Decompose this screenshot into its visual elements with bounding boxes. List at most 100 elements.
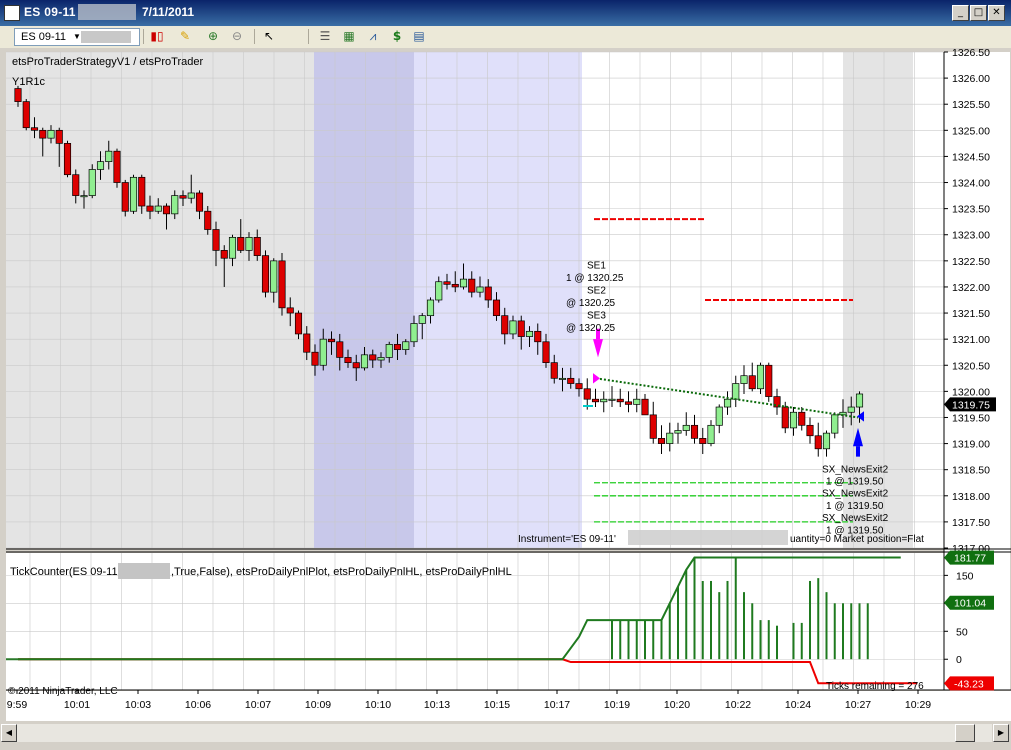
candle-body [682,424,690,431]
candle-body [39,129,47,139]
x-tick-label: 10:17 [544,699,570,711]
candle-body [311,351,319,366]
candle-body [344,357,352,364]
y-tick-label: 1324.00 [952,178,990,190]
minimize-button[interactable]: _ [952,5,969,21]
candle-body [756,364,765,390]
candle-body [443,281,451,285]
candle-body [575,383,583,390]
candle-body [228,236,237,259]
candle-body [352,362,360,369]
candle-body [517,320,525,337]
candle-body [410,323,418,343]
instrument-select-value: ES 09-11 [21,31,67,43]
session-shade-blue-dark [314,52,414,548]
y-tick-label: 1325.50 [952,99,990,111]
y-tick-label: 1326.50 [952,48,990,59]
candle-body [278,260,286,309]
candle-body [699,438,707,444]
last-price-label: 1319.75 [952,399,990,411]
candle-body [435,281,443,301]
candle-body [822,432,831,450]
candle-body [657,438,666,444]
entry-label-text: SE1 [587,261,606,272]
position-text: uantity=0 Market position=Flat [790,534,924,545]
candle-body [286,307,294,314]
exit-label-text: SX_NewsExit2 [822,513,889,524]
dollar-icon[interactable]: $ [388,28,406,45]
data-box-icon[interactable]: ▤ [410,28,428,45]
candle-body [649,414,657,439]
candle-body [129,176,138,212]
zoom-out-icon[interactable]: ⊖ [228,28,246,45]
scroll-right-button[interactable]: ▶ [993,724,1009,742]
chevron-down-icon: ▼ [73,32,81,41]
properties-icon[interactable]: ☰ [316,28,334,45]
y-tick-label: 1318.00 [952,491,990,503]
candle-body [138,176,146,207]
candle-body [369,354,377,361]
pencil-draw-icon[interactable]: ✎ [176,28,194,45]
candle-body [798,411,806,426]
scroll-thumb[interactable] [955,724,975,742]
x-tick-label: 10:20 [664,699,690,711]
candle-body [600,398,608,403]
x-tick-label: 10:19 [604,699,630,711]
zoom-in-icon[interactable]: ⊕ [204,28,222,45]
candle-body [534,330,542,343]
candle-body [96,161,105,170]
instrument-select[interactable]: ES 09-11 ▼ [14,28,140,46]
candle-body [608,398,616,401]
app-icon [4,5,20,21]
candle-body [674,430,682,434]
bar-chart-icon[interactable]: ▦ [340,28,358,45]
x-tick-label: 10:22 [725,699,751,711]
window-titlebar: ES 09-11 7/11/2011 _ □ ✕ [0,0,1011,26]
price-chart-area[interactable]: SE11 @ 1320.25SE2@ 1320.25SE3@ 1320.25SX… [0,48,1011,722]
candle-body [459,278,468,288]
y-tick-label: 1321.00 [952,334,990,346]
y-tick-label: 1319.50 [952,412,990,424]
candle-body [22,101,30,129]
candle-body [855,393,864,408]
candle-body [616,398,624,403]
candle-body [162,205,171,215]
y-tick-label: 150 [956,570,974,582]
x-tick-label: 10:10 [365,699,391,711]
candle-body [63,143,72,176]
candle-body [542,341,550,364]
x-tick-label: 10:13 [424,699,450,711]
maximize-button[interactable]: □ [970,5,987,21]
candle-body [476,286,484,293]
candle-body [303,333,311,353]
candle-body [550,362,558,379]
indicator-value-label: -43.23 [954,678,984,690]
y-tick-label: 1321.50 [952,308,990,320]
toolbar-separator [308,29,309,44]
scroll-left-button[interactable]: ◀ [1,724,17,742]
candle-body [245,236,253,251]
candle-body [80,195,88,198]
candle-body [451,283,459,288]
scroll-track[interactable] [16,724,992,742]
candle-body [270,260,278,293]
candle-body [558,377,567,380]
exit-label-text: 1 @ 1319.50 [826,501,884,512]
entry-label-text: 1 @ 1320.25 [566,273,624,284]
candle-body [55,129,63,144]
cursor-select-icon[interactable]: ↖ [260,28,278,45]
candle-body [814,435,822,450]
horizontal-scrollbar[interactable]: ◀ ▶ [0,722,1011,750]
candle-body [690,424,699,439]
candlestick-style-icon[interactable]: ▮▯ [148,28,166,45]
candle-body [740,375,748,384]
y-tick-label: 1326.00 [952,73,990,85]
session-shade-gray [6,52,314,548]
candle-body [47,129,55,139]
y-tick-label: 1320.50 [952,360,990,372]
x-tick-label: 10:09 [305,699,331,711]
close-button[interactable]: ✕ [988,5,1005,21]
candle-body [484,286,492,301]
candle-body [624,401,633,405]
line-chart-icon[interactable]: ⩘ [364,28,382,45]
